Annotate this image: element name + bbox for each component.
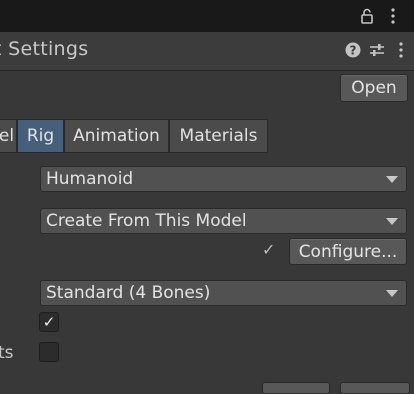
inspector-menu-icon[interactable] xyxy=(398,42,404,62)
configure-button[interactable]: Configure... xyxy=(289,238,407,265)
chevron-down-icon xyxy=(386,290,398,297)
help-icon[interactable]: ? xyxy=(345,42,361,62)
header-divider xyxy=(0,70,414,71)
tab-animation[interactable]: Animation xyxy=(64,119,169,153)
checkbox-2-label: ts xyxy=(0,343,14,363)
chevron-down-icon xyxy=(386,218,398,225)
checkbox-checked[interactable]: ✓ xyxy=(39,312,59,332)
bottom-button-partial-1[interactable] xyxy=(262,382,330,394)
skin-weights-dropdown[interactable]: Standard (4 Bones) xyxy=(40,280,407,306)
bottom-button-partial-2[interactable] xyxy=(340,382,410,394)
editor-top-bar xyxy=(0,0,414,32)
animation-type-value: Humanoid xyxy=(46,169,134,189)
lock-icon[interactable] xyxy=(359,0,375,32)
avatar-definition-dropdown[interactable]: Create From This Model xyxy=(40,208,407,234)
presets-icon[interactable] xyxy=(369,42,385,62)
tab-materials[interactable]: Materials xyxy=(169,119,268,153)
kebab-menu-icon[interactable] xyxy=(390,8,396,28)
inspector-title: t Settings xyxy=(0,38,89,60)
tab-model[interactable]: el xyxy=(0,119,17,153)
checkbox-unchecked[interactable] xyxy=(39,342,59,362)
avatar-definition-value: Create From This Model xyxy=(46,211,247,231)
skin-weights-value: Standard (4 Bones) xyxy=(46,283,211,303)
chevron-down-icon xyxy=(386,176,398,183)
svg-text:?: ? xyxy=(350,44,357,58)
open-button[interactable]: Open xyxy=(340,74,408,102)
checkmark-icon: ✓ xyxy=(42,313,56,331)
tab-rig[interactable]: Rig xyxy=(17,119,64,153)
animation-type-dropdown[interactable]: Humanoid xyxy=(40,166,407,192)
configure-status-check-icon: ✓ xyxy=(262,240,276,259)
